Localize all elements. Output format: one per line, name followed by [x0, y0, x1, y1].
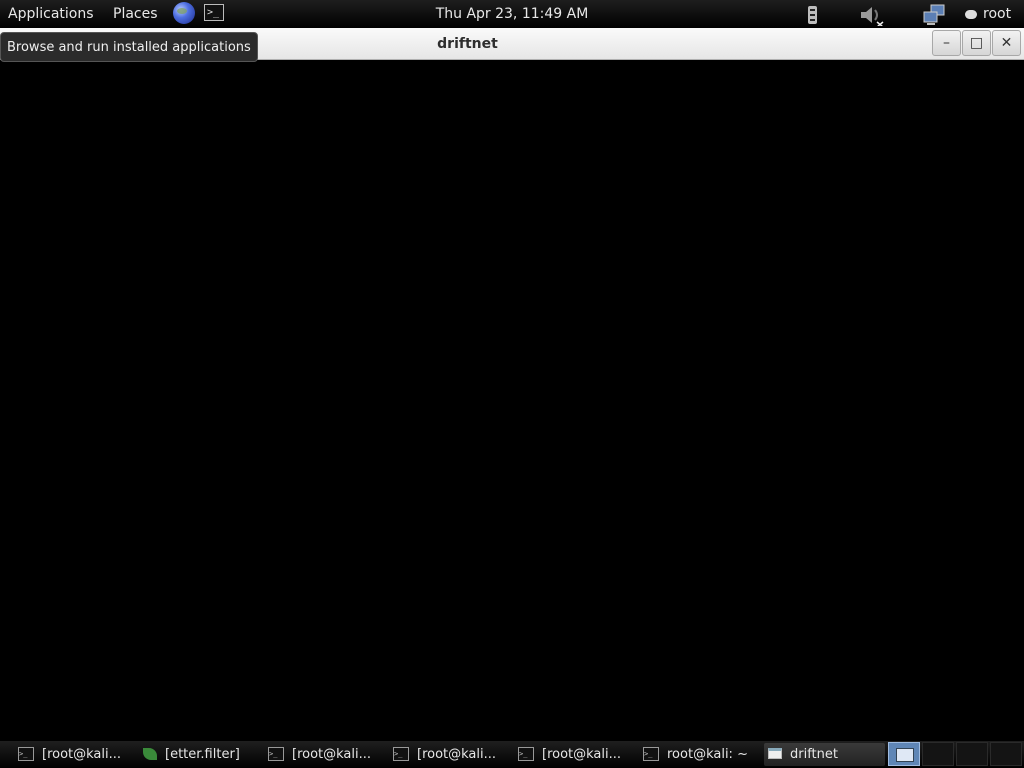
- taskbar-item-terminal-1[interactable]: >_ [root@kali...: [14, 743, 136, 766]
- taskbar-item-terminal-4[interactable]: >_ [root@kali...: [514, 743, 636, 766]
- top-panel: Applications Places >_ Thu Apr 23, 11:49…: [0, 0, 1024, 28]
- user-name: root: [983, 6, 1012, 22]
- workspace-switcher-2[interactable]: [922, 742, 954, 766]
- accessibility-icon[interactable]: [806, 4, 822, 31]
- taskbar-item-label: root@kali: ~: [667, 747, 748, 762]
- volume-muted-icon[interactable]: [859, 4, 885, 31]
- web-browser-launcher-icon[interactable]: [173, 2, 195, 24]
- terminal-icon: >_: [518, 746, 534, 761]
- terminal-icon: >_: [268, 746, 284, 761]
- terminal-launcher-icon[interactable]: >_: [204, 4, 224, 21]
- places-menu[interactable]: Places: [113, 0, 158, 28]
- taskbar-item-terminal-5[interactable]: >_ root@kali: ~: [639, 743, 761, 766]
- applications-tooltip: Browse and run installed applications: [0, 32, 258, 62]
- user-menu[interactable]: root: [965, 0, 1011, 28]
- taskbar-item-label: [root@kali...: [542, 747, 622, 762]
- maximize-button[interactable]: □: [962, 30, 991, 56]
- volume-muted-icon-graphic: [861, 7, 884, 28]
- taskbar-item-terminal-3[interactable]: >_ [root@kali...: [389, 743, 511, 766]
- taskbar-item-label: [root@kali...: [42, 747, 122, 762]
- accessibility-icon-graphic: [808, 6, 817, 24]
- workspace-switcher-1[interactable]: [888, 742, 920, 766]
- minimize-button[interactable]: –: [932, 30, 961, 56]
- taskbar-item-etter-filter[interactable]: [etter.filter]: [139, 743, 261, 766]
- close-button[interactable]: ✕: [992, 30, 1021, 56]
- taskbar-item-driftnet[interactable]: driftnet: [764, 743, 885, 766]
- terminal-icon: >_: [18, 746, 34, 761]
- taskbar-item-label: [root@kali...: [292, 747, 372, 762]
- taskbar-item-label: [etter.filter]: [165, 747, 240, 762]
- taskbar-item-label: [root@kali...: [417, 747, 497, 762]
- desktop: Applications Places >_ Thu Apr 23, 11:49…: [0, 0, 1024, 768]
- window-icon: [768, 748, 782, 759]
- bottom-panel: >_ [root@kali... [etter.filter] >_ [root@k…: [0, 741, 1024, 768]
- network-icon[interactable]: [922, 4, 946, 31]
- network-icon-graphic: [923, 4, 945, 25]
- terminal-icon: >_: [643, 746, 659, 761]
- text-editor-icon: [143, 747, 157, 760]
- taskbar-item-label: driftnet: [790, 747, 838, 762]
- workspace-switcher-4[interactable]: [990, 742, 1022, 766]
- applications-menu[interactable]: Applications: [8, 0, 94, 28]
- chat-status-icon: [965, 9, 977, 19]
- driftnet-image-area[interactable]: [0, 60, 1024, 741]
- clock[interactable]: Thu Apr 23, 11:49 AM: [436, 6, 589, 22]
- taskbar-item-terminal-2[interactable]: >_ [root@kali...: [264, 743, 386, 766]
- terminal-icon: >_: [393, 746, 409, 761]
- workspace-switcher-3[interactable]: [956, 742, 988, 766]
